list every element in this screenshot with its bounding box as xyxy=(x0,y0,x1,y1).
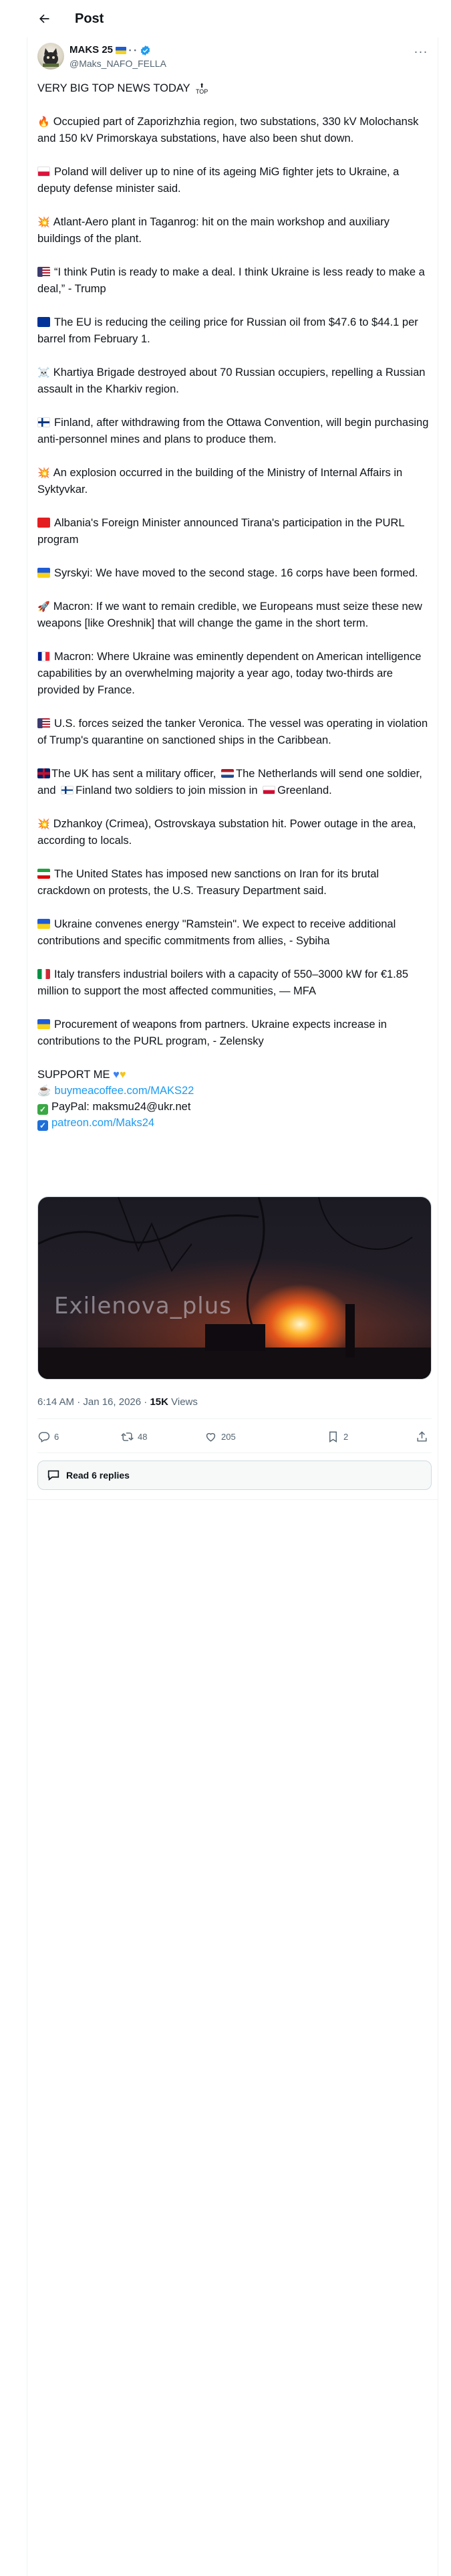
news-item: Syrskyi: We have moved to the second sta… xyxy=(37,565,432,582)
bookmark-button[interactable]: 2 xyxy=(327,1429,348,1444)
news-item: Poland will deliver up to nine of its ag… xyxy=(37,166,400,195)
patreon-line: ✓ patreon.com/Maks24 xyxy=(37,1115,432,1131)
cat-avatar-icon xyxy=(43,48,59,67)
rocket-icon: 🚀 xyxy=(37,601,50,613)
bookmark-icon xyxy=(329,1431,337,1442)
usa-flag-icon xyxy=(37,267,50,277)
post-headline: VERY BIG TOP NEWS TODAY ⬆ TOP xyxy=(37,82,208,95)
uk-flag-icon xyxy=(37,768,50,778)
news-item: 💥 An explosion occurred in the building o… xyxy=(37,465,432,498)
fire-icon: 🔥 xyxy=(37,116,50,128)
news-item: 🔥 Occupied part of Zaporizhzhia region, t… xyxy=(37,114,432,147)
patreon-link[interactable]: patreon.com/Maks24 xyxy=(51,1117,154,1129)
buymeacoffee-link[interactable]: buymeacoffee.com/MAKS22 xyxy=(55,1085,194,1097)
post-time[interactable]: 6:14 AM · Jan 16, 2026 · xyxy=(37,1396,150,1408)
divider xyxy=(37,1418,432,1419)
ukraine-flag-icon xyxy=(37,1019,50,1029)
heart-icon xyxy=(206,1432,216,1442)
repost-icon xyxy=(121,1432,134,1441)
author-display-name: MAKS 25 xyxy=(69,44,114,56)
news-item: 💥 Atlant-Aero plant in Taganrog: hit on t… xyxy=(37,214,432,247)
greenland-flag-icon xyxy=(263,786,276,794)
avatar[interactable] xyxy=(37,43,64,70)
italy-flag-icon xyxy=(37,969,50,979)
iran-flag-icon xyxy=(37,869,50,879)
page-title: Post xyxy=(75,11,104,26)
share-button[interactable] xyxy=(416,1429,428,1444)
ukraine-flag-icon xyxy=(116,46,127,54)
author-handle[interactable]: @Maks_NAFO_FELLA xyxy=(69,58,166,70)
news-item: “I think Putin is ready to make a deal. … xyxy=(37,266,425,295)
explosion-icon: 💥 xyxy=(37,467,50,479)
albania-flag-icon xyxy=(37,518,50,528)
share-icon xyxy=(417,1430,427,1442)
news-item: Procurement of weapons from partners. Uk… xyxy=(37,1018,387,1047)
reply-count: 6 xyxy=(54,1431,59,1442)
repost-button[interactable]: 48 xyxy=(121,1429,147,1444)
ukraine-flag-icon xyxy=(37,919,50,929)
bookmark-count: 2 xyxy=(343,1431,349,1442)
news-item: 🚀 Macron: If we want to remain credible, … xyxy=(37,599,432,632)
news-item: U.S. forces seized the tanker Veronica. … xyxy=(37,718,428,746)
post-video[interactable]: Exilenova_plus xyxy=(37,1196,432,1380)
news-item: Finland, after withdrawing from the Otta… xyxy=(37,417,429,445)
support-title: SUPPORT ME ♥♥ xyxy=(37,1069,126,1081)
news-item: 💥 Dzhankoy (Crimea), Ostrovskaya substati… xyxy=(37,816,432,849)
read-replies-label: Read 6 replies xyxy=(66,1470,130,1481)
action-bar: 6 48 205 2 xyxy=(37,1424,432,1451)
poland-flag-icon xyxy=(37,167,50,177)
news-item: Macron: Where Ukraine was eminently depe… xyxy=(37,651,422,696)
divider xyxy=(27,1499,438,1500)
reply-icon xyxy=(38,1431,50,1442)
verified-badge-icon xyxy=(140,45,150,56)
coffee-line: ☕ buymeacoffee.com/MAKS22 xyxy=(37,1083,432,1099)
finland-flag-icon xyxy=(61,786,74,794)
news-item: The EU is reducing the ceiling price for… xyxy=(37,316,418,345)
views-count: 15K xyxy=(150,1396,168,1408)
news-item: Ukraine convenes energy "Ramstein". We e… xyxy=(37,918,396,947)
reply-button[interactable]: 6 xyxy=(37,1429,59,1444)
explosion-icon: 💥 xyxy=(37,819,50,830)
post-text: VERY BIG TOP NEWS TODAY ⬆ TOP 🔥 Occupied p… xyxy=(37,80,432,1131)
video-watermark: Exilenova_plus xyxy=(54,1293,233,1319)
read-replies-button[interactable]: Read 6 replies xyxy=(37,1461,432,1490)
skull-icon: ☠️ xyxy=(37,367,50,379)
like-count: 205 xyxy=(221,1431,236,1442)
back-button[interactable] xyxy=(35,9,53,28)
support-block: SUPPORT ME ♥♥ ☕ buymeacoffee.com/MAKS22 ✓… xyxy=(37,1067,432,1131)
news-item: ☠️ Khartiya Brigade destroyed about 70 Ru… xyxy=(37,364,432,398)
night-fire-scene xyxy=(38,1197,431,1379)
check-icon: ✓ xyxy=(37,1104,48,1115)
like-button[interactable]: 205 xyxy=(204,1429,236,1444)
author-name[interactable]: MAKS 25 • • xyxy=(69,44,151,56)
coffee-icon: ☕ xyxy=(37,1085,51,1097)
news-item: The UK has sent a military officer, The … xyxy=(37,768,422,796)
repost-count: 48 xyxy=(138,1431,148,1442)
news-item: Albania's Foreign Minister announced Tir… xyxy=(37,517,404,546)
news-item: The United States has imposed new sancti… xyxy=(37,868,380,897)
yellow-heart-icon: ♥ xyxy=(119,1069,126,1081)
usa-flag-icon xyxy=(37,718,50,728)
more-options-button[interactable]: ··· xyxy=(413,45,429,60)
finland-flag-icon xyxy=(37,417,50,427)
paypal-line: ✓ PayPal: maksmu24@ukr.net xyxy=(37,1099,432,1115)
speech-bubble-icon xyxy=(47,1470,59,1481)
post-timestamp: 6:14 AM · Jan 16, 2026 · 15K Views xyxy=(37,1396,198,1408)
explosion-icon: 💥 xyxy=(37,217,50,228)
name-suffix: • • xyxy=(129,47,137,53)
post-author: MAKS 25 • • @Maks_NAFO_FELLA ··· xyxy=(37,43,432,72)
france-flag-icon xyxy=(37,651,50,661)
netherlands-flag-icon xyxy=(220,769,234,778)
news-item: Italy transfers industrial boilers with … xyxy=(37,968,409,997)
top-arrow-icon: ⬆ TOP xyxy=(195,82,208,95)
arrow-left-icon xyxy=(39,14,49,23)
eu-flag-icon xyxy=(37,317,50,327)
top-bar: Post xyxy=(0,0,451,37)
check-icon: ✓ xyxy=(37,1120,48,1131)
blue-heart-icon: ♥ xyxy=(113,1069,120,1081)
ukraine-flag-icon xyxy=(37,568,50,578)
